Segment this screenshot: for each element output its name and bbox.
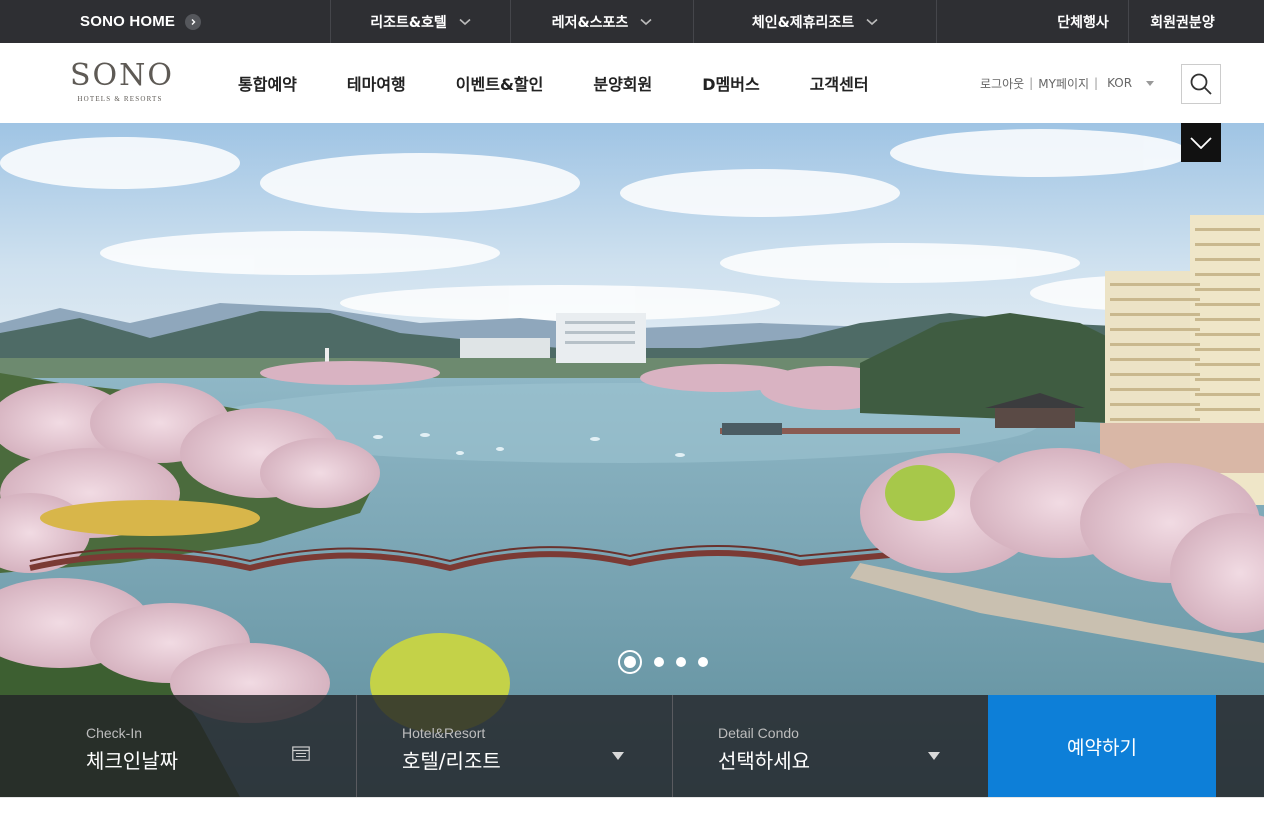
sono-home-label: SONO HOME — [80, 13, 176, 30]
calendar-icon — [292, 746, 310, 761]
detail-condo-value: 선택하세요 — [718, 749, 810, 773]
slide-pagination — [618, 650, 708, 674]
booking-bar: Check-In 체크인날짜 Hotel&Resort 호텔/리조트 Detai… — [0, 695, 1264, 797]
chevron-down-icon — [1190, 136, 1212, 149]
topbar-menu-resort-hotel[interactable]: 리조트&호텔 — [330, 0, 510, 43]
topbar-link-membership-sale[interactable]: 회원권분양 — [1128, 0, 1236, 43]
util-separator: | — [1029, 76, 1034, 90]
nav-item-membership[interactable]: 분양회원 — [593, 71, 652, 95]
checkin-label: Check-In — [86, 725, 143, 741]
booking-divider — [356, 695, 357, 797]
main-header: SONO HOTELS & RESORTS 통합예약 테마여행 이벤트&할인 분… — [0, 43, 1264, 123]
topbar-link-group-event[interactable]: 단체행사 — [1038, 0, 1128, 43]
checkin-field[interactable]: Check-In 체크인날짜 — [86, 695, 326, 797]
slide-dot-3[interactable] — [676, 657, 686, 667]
language-value: KOR — [1107, 76, 1133, 90]
checkin-value: 체크인날짜 — [86, 749, 178, 773]
booking-divider — [672, 695, 673, 797]
caret-down-icon — [612, 752, 624, 760]
topbar-menu-chain-resort[interactable]: 체인&제휴리조트 — [693, 0, 937, 43]
chevron-down-icon — [866, 18, 878, 25]
page-content-start — [0, 797, 1264, 836]
reserve-button[interactable]: 예약하기 — [988, 695, 1216, 797]
sono-home-link[interactable]: SONO HOME — [80, 0, 202, 43]
hotel-resort-label: Hotel&Resort — [402, 725, 486, 741]
logout-link[interactable]: 로그아웃 — [980, 75, 1024, 92]
hotel-resort-value: 호텔/리조트 — [402, 749, 501, 773]
chevron-right-icon — [185, 13, 202, 30]
caret-down-icon — [928, 752, 940, 760]
search-icon — [1190, 73, 1212, 95]
main-nav: 통합예약 테마여행 이벤트&할인 분양회원 D멤버스 고객센터 — [238, 43, 919, 123]
detail-condo-label: Detail Condo — [718, 725, 799, 741]
logo-mark: SONO — [70, 58, 174, 93]
search-button[interactable] — [1181, 64, 1221, 104]
slide-dot-1[interactable] — [618, 650, 642, 674]
sono-logo[interactable]: SONO HOTELS & RESORTS — [70, 58, 174, 104]
caret-down-icon — [1146, 80, 1155, 86]
top-utility-bar: SONO HOME 리조트&호텔 레저&스포츠 체인&제휴리조트 단체행사 회원… — [0, 0, 1264, 43]
topbar-link-label: 단체행사 — [1057, 14, 1109, 31]
slide-dot-4[interactable] — [698, 657, 708, 667]
topbar-menu-label: 체인&제휴리조트 — [751, 14, 855, 31]
topbar-link-label: 회원권분양 — [1150, 14, 1215, 31]
nav-item-integrated-booking[interactable]: 통합예약 — [238, 71, 297, 95]
nav-item-customer-center[interactable]: 고객센터 — [810, 71, 869, 95]
chevron-down-icon — [640, 18, 652, 25]
mypage-link[interactable]: MY페이지 — [1038, 75, 1089, 92]
nav-item-event-discount[interactable]: 이벤트&할인 — [456, 71, 544, 95]
topbar-menu-leisure-sports[interactable]: 레저&스포츠 — [510, 0, 693, 43]
logo-subtitle: HOTELS & RESORTS — [77, 95, 163, 103]
nav-item-d-members[interactable]: D멤버스 — [702, 71, 759, 95]
slide-dot-2[interactable] — [654, 657, 664, 667]
hero-toggle-button[interactable] — [1181, 123, 1221, 162]
util-separator: | — [1094, 76, 1099, 90]
language-select[interactable]: KOR — [1107, 76, 1155, 90]
hotel-resort-select[interactable]: Hotel&Resort 호텔/리조트 — [402, 695, 642, 797]
detail-condo-select[interactable]: Detail Condo 선택하세요 — [718, 695, 958, 797]
topbar-menu-label: 레저&스포츠 — [551, 14, 629, 31]
topbar-menu-label: 리조트&호텔 — [370, 14, 447, 31]
nav-item-theme-travel[interactable]: 테마여행 — [347, 71, 406, 95]
chevron-down-icon — [459, 18, 471, 25]
header-util-links: 로그아웃 | MY페이지 | KOR — [980, 43, 1155, 123]
